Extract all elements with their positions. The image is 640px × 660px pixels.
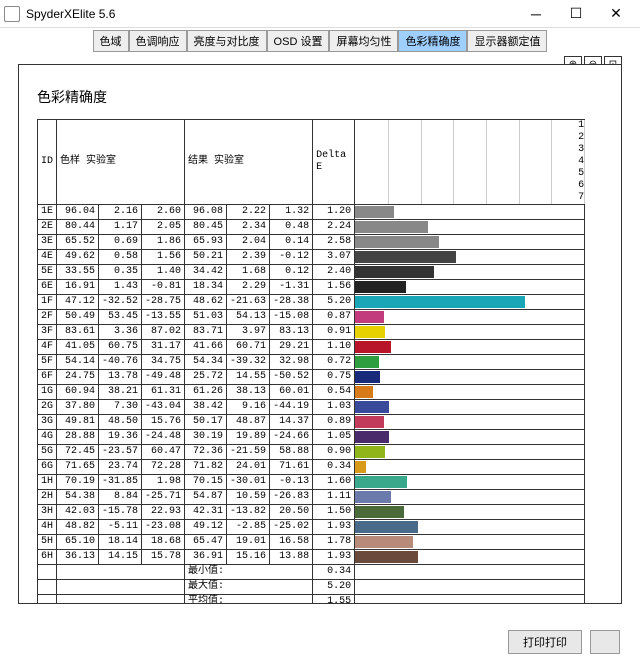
table-row: 5G 72.45-23.5760.47 72.36-21.5958.88 0.9… bbox=[38, 445, 585, 460]
table-row: 3F 83.613.3687.02 83.713.9783.13 0.91 bbox=[38, 325, 585, 340]
chart-axis-cell: 1234567 bbox=[355, 120, 585, 205]
titlebar: SpyderXElite 5.6 ─ ☐ ✕ bbox=[0, 0, 640, 28]
tab-1[interactable]: 色调响应 bbox=[129, 30, 187, 52]
summary-row: 最大值: 5.20 bbox=[38, 580, 585, 595]
table-row: 2E 80.441.172.05 80.452.340.48 2.24 bbox=[38, 220, 585, 235]
table-row: 6E 16.911.43-0.81 18.342.29-1.31 1.56 bbox=[38, 280, 585, 295]
table-row: 3E 65.520.691.86 65.932.040.14 2.58 bbox=[38, 235, 585, 250]
table-row: 4H 48.82-5.11-23.08 49.12-2.85-25.02 1.9… bbox=[38, 520, 585, 535]
table-row: 5E 33.550.351.40 34.421.680.12 2.40 bbox=[38, 265, 585, 280]
table-row: 6F 24.7513.78-49.48 25.7214.55-50.52 0.7… bbox=[38, 370, 585, 385]
tab-0[interactable]: 色域 bbox=[93, 30, 129, 52]
summary-row: 平均值: 1.55 bbox=[38, 595, 585, 605]
table-row: 2F 50.4953.45-13.55 51.0354.13-15.08 0.8… bbox=[38, 310, 585, 325]
app-icon bbox=[4, 6, 20, 22]
summary-row: 最小值: 0.34 bbox=[38, 565, 585, 580]
tab-bar: 色域色调响应亮度与对比度OSD 设置屏幕均匀性色彩精确度显示器额定值 bbox=[0, 28, 640, 54]
table-row: 6G 71.6523.7472.28 71.8224.0171.61 0.34 bbox=[38, 460, 585, 475]
table-row: 4F 41.0560.7531.17 41.6660.7129.21 1.10 bbox=[38, 340, 585, 355]
tab-2[interactable]: 亮度与对比度 bbox=[187, 30, 267, 52]
col-id: ID bbox=[38, 120, 57, 205]
table-row: 1G 60.9438.2161.31 61.2638.1360.01 0.54 bbox=[38, 385, 585, 400]
table-row: 1E 96.042.162.60 96.082.221.32 1.20 bbox=[38, 205, 585, 220]
maximize-button[interactable]: ☐ bbox=[556, 0, 596, 28]
tab-6[interactable]: 显示器额定值 bbox=[467, 30, 547, 52]
report-page: 色彩精确度 ID 色样 实验室 结果 实验室 Delta E 1234567 1… bbox=[18, 64, 622, 604]
col-sample: 色样 实验室 bbox=[57, 120, 185, 205]
print-button[interactable]: 打印打印 bbox=[508, 630, 582, 654]
table-row: 1H 70.19-31.851.98 70.15-30.01-0.13 1.60 bbox=[38, 475, 585, 490]
data-table: ID 色样 实验室 结果 实验室 Delta E 1234567 1E 96.0… bbox=[37, 119, 585, 604]
footer-button-2[interactable] bbox=[590, 630, 620, 654]
table-row: 6H 36.1314.1515.78 36.9115.1613.88 1.93 bbox=[38, 550, 585, 565]
close-button[interactable]: ✕ bbox=[596, 0, 636, 28]
col-result: 结果 实验室 bbox=[185, 120, 313, 205]
tab-5[interactable]: 色彩精确度 bbox=[398, 30, 467, 52]
col-delta: Delta E bbox=[313, 120, 355, 205]
table-row: 1F 47.12-32.52-28.75 48.62-21.63-28.38 5… bbox=[38, 295, 585, 310]
table-row: 2H 54.388.84-25.71 54.8710.59-26.83 1.11 bbox=[38, 490, 585, 505]
window-title: SpyderXElite 5.6 bbox=[26, 7, 516, 21]
table-row: 4E 49.620.581.56 50.212.39-0.12 3.07 bbox=[38, 250, 585, 265]
table-row: 5F 54.14-40.7634.75 54.34-39.3232.98 0.7… bbox=[38, 355, 585, 370]
tab-3[interactable]: OSD 设置 bbox=[267, 30, 330, 52]
table-row: 5H 65.1018.1418.68 65.4719.0116.58 1.78 bbox=[38, 535, 585, 550]
table-row: 3G 49.8148.5015.76 50.1748.8714.37 0.89 bbox=[38, 415, 585, 430]
table-row: 4G 28.8819.36-24.48 30.1919.89-24.66 1.0… bbox=[38, 430, 585, 445]
content-area: ⊕ ⊖ ⊡ 色彩精确度 ID 色样 实验室 结果 实验室 Delta E 123… bbox=[0, 54, 640, 614]
minimize-button[interactable]: ─ bbox=[516, 0, 556, 28]
table-row: 3H 42.03-15.7822.93 42.31-13.8220.50 1.5… bbox=[38, 505, 585, 520]
tab-4[interactable]: 屏幕均匀性 bbox=[329, 30, 398, 52]
footer-bar: 打印打印 bbox=[508, 630, 620, 654]
table-header-row: ID 色样 实验室 结果 实验室 Delta E 1234567 bbox=[38, 120, 585, 205]
page-title: 色彩精确度 bbox=[37, 87, 603, 107]
table-row: 2G 37.807.30-43.04 38.429.16-44.19 1.03 bbox=[38, 400, 585, 415]
